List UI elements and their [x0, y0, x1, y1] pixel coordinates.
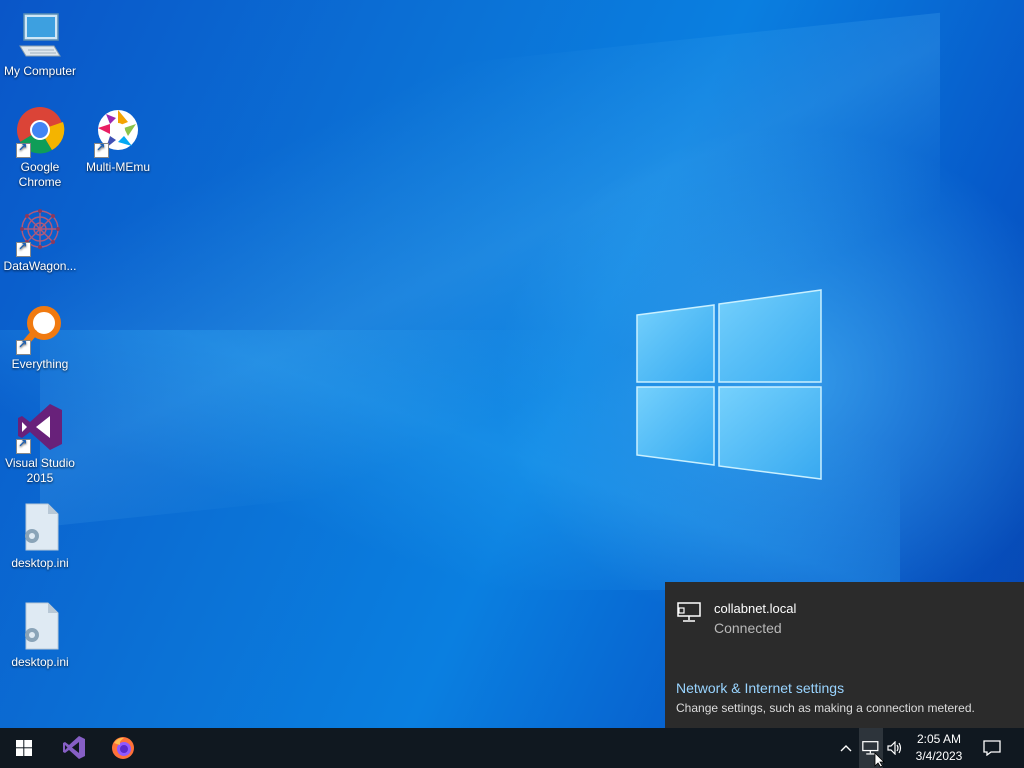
desktop-icon-label: Visual Studio 2015	[5, 456, 75, 485]
datawagon-icon	[14, 205, 66, 257]
visual-studio-icon	[14, 402, 66, 454]
desktop-icon-everything[interactable]: Everything	[0, 303, 80, 372]
taskbar-firefox-button[interactable]	[99, 728, 147, 768]
desktop-icon-visual-studio[interactable]: Visual Studio 2015	[0, 402, 80, 486]
visual-studio-icon	[63, 736, 85, 759]
everything-search-icon	[14, 303, 66, 355]
shortcut-arrow-icon	[94, 141, 109, 158]
desktop-icon-my-computer[interactable]: My Computer	[0, 10, 80, 79]
settings-file-icon	[14, 502, 66, 554]
desktop-icon-desktop-ini[interactable]: desktop.ini	[0, 502, 80, 571]
desktop-icon-label: desktop.ini	[11, 655, 69, 669]
desktop-icon-label: Multi-MEmu	[85, 160, 150, 174]
clock-date: 3/4/2023	[915, 749, 963, 763]
taskbar: 2:05 AM 3/4/2023	[0, 728, 1024, 768]
firefox-icon	[112, 737, 134, 759]
clock-time: 2:05 AM	[916, 732, 962, 746]
mouse-cursor-icon	[874, 752, 885, 768]
network-flyout: collabnet.local Connected Network & Inte…	[665, 582, 1024, 728]
action-center-button[interactable]	[976, 728, 1008, 768]
taskbar-visual-studio-button[interactable]	[50, 728, 98, 768]
show-hidden-icons-button[interactable]	[836, 728, 856, 768]
desktop-icon-label: Google Chrome	[18, 160, 62, 189]
desktop-icon-datawagon[interactable]: DataWagon...	[0, 205, 80, 274]
chrome-icon	[14, 106, 66, 158]
multi-memu-icon	[92, 106, 144, 158]
desktop-icon-desktop-ini[interactable]: desktop.ini	[0, 601, 80, 670]
windows-start-icon	[16, 740, 32, 756]
settings-file-icon	[14, 601, 66, 653]
desktop-icon-label: DataWagon...	[3, 259, 77, 273]
shortcut-arrow-icon	[16, 240, 31, 257]
network-settings-description: Change settings, such as making a connec…	[676, 701, 975, 715]
action-center-icon	[983, 740, 1001, 756]
speaker-icon	[887, 741, 902, 755]
desktop-icon-label: My Computer	[3, 64, 77, 78]
network-ethernet-icon	[677, 602, 701, 622]
desktop-icon-multi-memu[interactable]: Multi-MEmu	[78, 106, 158, 175]
desktop-icon-google-chrome[interactable]: Google Chrome	[0, 106, 80, 190]
network-status: Connected	[714, 620, 782, 636]
chevron-up-icon	[840, 745, 852, 752]
desktop-icon-label: desktop.ini	[11, 556, 69, 570]
start-button[interactable]	[0, 728, 48, 768]
desktop-icon-label: Everything	[11, 357, 69, 371]
shortcut-arrow-icon	[16, 338, 31, 355]
taskbar-clock[interactable]: 2:05 AM 3/4/2023	[904, 731, 974, 765]
shortcut-arrow-icon	[16, 437, 31, 454]
desktop[interactable]: My Computer Google Chrome	[0, 0, 1024, 728]
shortcut-arrow-icon	[16, 141, 31, 158]
network-settings-link[interactable]: Network & Internet settings	[676, 680, 844, 696]
tray-volume-button[interactable]	[884, 728, 906, 768]
windows-wallpaper-logo	[636, 289, 822, 480]
network-name[interactable]: collabnet.local	[714, 601, 796, 616]
my-computer-icon	[14, 10, 66, 62]
